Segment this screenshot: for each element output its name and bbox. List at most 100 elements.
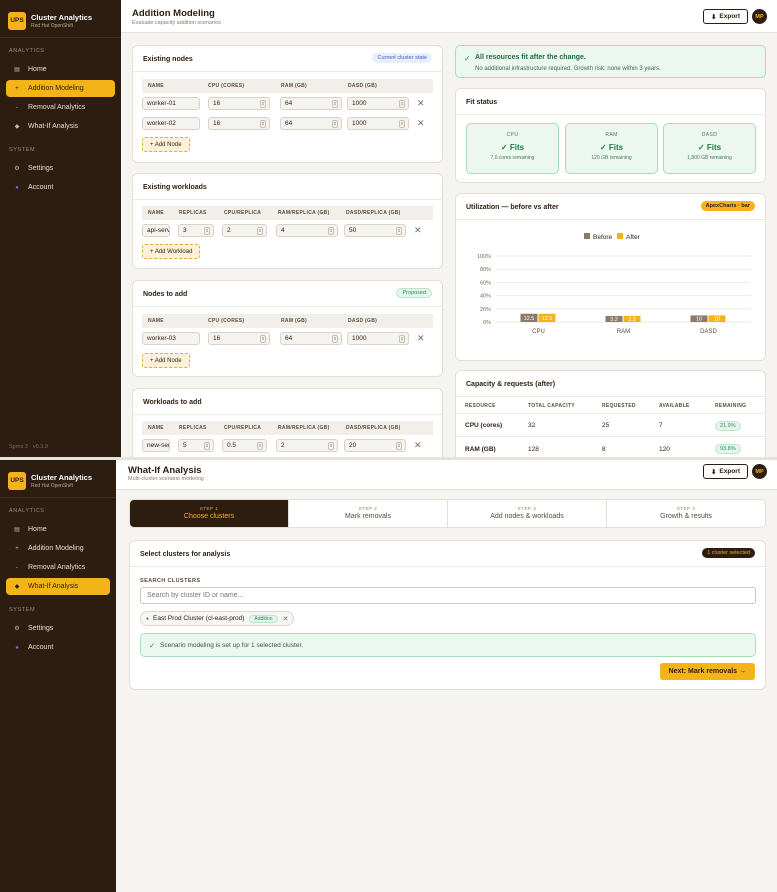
stepper-icon[interactable]: ⇕ bbox=[328, 441, 334, 450]
name-input[interactable]: api-serv bbox=[142, 223, 170, 237]
table-row: api-serv 3 ⇕ 2 ⇕ 4 ⇕ 50 ⇕ ✕ bbox=[142, 220, 433, 240]
alert-title: All resources fit after the change. bbox=[475, 54, 586, 61]
card-title: Utilization — before vs after bbox=[466, 204, 559, 211]
stepper-icon[interactable]: ⇕ bbox=[332, 99, 338, 108]
dasd-input[interactable]: 1000 ⇕ bbox=[347, 96, 409, 110]
step-mark-removals[interactable]: STEP 2 Mark removals bbox=[289, 500, 448, 527]
cpu-input[interactable]: 16 ⇕ bbox=[208, 96, 270, 110]
data-label: 3.2 bbox=[610, 317, 618, 323]
remove-row-icon[interactable]: ✕ bbox=[417, 333, 425, 344]
step-label: Growth & results bbox=[660, 513, 712, 520]
name-input[interactable]: worker-01 bbox=[142, 96, 200, 110]
remove-row-icon[interactable]: ✕ bbox=[414, 225, 422, 236]
stepper-icon[interactable]: ⇕ bbox=[257, 226, 263, 235]
cpu-input[interactable]: 16 ⇕ bbox=[208, 331, 270, 345]
stepper-icon[interactable]: ⇕ bbox=[399, 99, 405, 108]
remove-chip-icon[interactable]: ✕ bbox=[283, 615, 289, 623]
stepper-icon[interactable]: ⇕ bbox=[204, 226, 210, 235]
search-input[interactable] bbox=[140, 587, 756, 604]
sidebar-item-account[interactable]: ● Account bbox=[6, 639, 110, 656]
card-divider bbox=[456, 114, 765, 115]
column-header: DASD (GB) bbox=[348, 83, 378, 89]
sidebar-item-removal[interactable]: - Removal Analytics bbox=[6, 559, 110, 576]
ram-replica-input[interactable]: 2 ⇕ bbox=[276, 438, 338, 452]
sidebar-item-addition[interactable]: + Addition Modeling bbox=[6, 540, 110, 557]
avatar[interactable]: MP bbox=[752, 9, 767, 24]
add-workload-button[interactable]: + Add Workload bbox=[142, 244, 201, 259]
column-header: CPU (CORES) bbox=[208, 83, 245, 89]
topbar: Addition Modeling Evaluate capacity addi… bbox=[121, 0, 777, 33]
sidebar-item-label: Removal Analytics bbox=[28, 564, 86, 571]
fit-value: ✓ Fits bbox=[599, 143, 624, 152]
sidebar-item-whatif[interactable]: ◆ What-If Analysis bbox=[6, 578, 110, 595]
sidebar-item-label: Settings bbox=[28, 165, 54, 172]
stepper-icon[interactable]: ⇕ bbox=[260, 119, 266, 128]
cpu-fit-tile: CPU ✓ Fits 7.0 cores remaining bbox=[466, 123, 559, 174]
ram-input[interactable]: 64 ⇕ bbox=[280, 96, 342, 110]
addition-modeling-screen: UPS Cluster Analytics Red Hat OpenShift … bbox=[0, 0, 777, 458]
alert-text: No additional infrastructure required. G… bbox=[475, 66, 661, 72]
replicas-input[interactable]: 5 ⇕ bbox=[178, 438, 214, 452]
stepper-icon[interactable]: ⇕ bbox=[332, 334, 338, 343]
remove-row-icon[interactable]: ✕ bbox=[417, 118, 425, 129]
add-node-button[interactable]: + Add Node bbox=[142, 353, 190, 368]
export-button[interactable]: ⬇ Export bbox=[702, 9, 748, 24]
cpu-replica-value: 2 bbox=[227, 226, 231, 234]
nav-section-analytics: ANALYTICS bbox=[9, 48, 45, 54]
stepper-icon[interactable]: ⇕ bbox=[399, 334, 405, 343]
sidebar-item-home[interactable]: ▤ Home bbox=[6, 61, 115, 78]
stepper-icon[interactable]: ⇕ bbox=[396, 226, 402, 235]
stepper-icon[interactable]: ⇕ bbox=[260, 334, 266, 343]
stepper-icon[interactable]: ⇕ bbox=[396, 441, 402, 450]
sidebar-item-account[interactable]: ● Account bbox=[6, 179, 115, 196]
card-divider bbox=[133, 414, 442, 415]
step-choose-clusters[interactable]: STEP 1 Choose clusters bbox=[130, 500, 289, 527]
step-growth-results[interactable]: STEP 4 Growth & results bbox=[607, 500, 765, 527]
ram-input[interactable]: 64 ⇕ bbox=[280, 116, 342, 130]
brand-title: Cluster Analytics bbox=[31, 472, 92, 482]
name-input[interactable]: worker-03 bbox=[142, 331, 200, 345]
fit-status-card: Fit status CPU ✓ Fits 7.0 cores remainin… bbox=[455, 88, 766, 183]
ram-input[interactable]: 64 ⇕ bbox=[280, 331, 342, 345]
table-row: RAM (GB) 128 8 120 93.8% bbox=[456, 438, 765, 458]
available-cell: 120 bbox=[659, 445, 670, 453]
dasd-value: 1000 bbox=[352, 334, 367, 342]
stepper-icon[interactable]: ⇕ bbox=[332, 119, 338, 128]
export-button[interactable]: ⬇ Export bbox=[702, 464, 748, 479]
sidebar-item-label: Account bbox=[28, 644, 54, 651]
sidebar-item-settings[interactable]: ⚙ Settings bbox=[6, 160, 115, 177]
remove-row-icon[interactable]: ✕ bbox=[417, 98, 425, 109]
ram-replica-input[interactable]: 4 ⇕ bbox=[276, 223, 338, 237]
dasd-input[interactable]: 1000 ⇕ bbox=[347, 116, 409, 130]
stepper-icon[interactable]: ⇕ bbox=[260, 99, 266, 108]
stepper-icon[interactable]: ⇕ bbox=[328, 226, 334, 235]
stepper-icon[interactable]: ⇕ bbox=[257, 441, 263, 450]
sidebar-item-removal[interactable]: - Removal Analytics bbox=[6, 99, 115, 116]
dasd-replica-input[interactable]: 50 ⇕ bbox=[344, 223, 406, 237]
cpu-replica-input[interactable]: 2 ⇕ bbox=[222, 223, 267, 237]
cpu-input[interactable]: 16 ⇕ bbox=[208, 116, 270, 130]
next-mark-removals-button[interactable]: Next: Mark removals → bbox=[659, 663, 755, 680]
stepper-icon[interactable]: ⇕ bbox=[204, 441, 210, 450]
user-icon: ● bbox=[15, 184, 19, 191]
sidebar-item-home[interactable]: ▤ Home bbox=[6, 521, 110, 538]
requested-cell: 25 bbox=[602, 422, 610, 429]
dasd-replica-input[interactable]: 20 ⇕ bbox=[344, 438, 406, 452]
remove-row-icon[interactable]: ✕ bbox=[414, 440, 422, 451]
step-label: Choose clusters bbox=[183, 513, 235, 520]
name-input[interactable]: worker-02 bbox=[142, 116, 200, 130]
dasd-input[interactable]: 1000 ⇕ bbox=[347, 331, 409, 345]
avatar[interactable]: MP bbox=[752, 464, 767, 479]
step-add-nodes[interactable]: STEP 3 Add nodes & workloads bbox=[448, 500, 607, 527]
stepper-icon[interactable]: ⇕ bbox=[399, 119, 405, 128]
table-header: NAME CPU (CORES) RAM (GB) DASD (GB) bbox=[142, 79, 433, 93]
cpu-replica-input[interactable]: 0.5 ⇕ bbox=[222, 438, 267, 452]
sidebar-item-addition[interactable]: + Addition Modeling bbox=[6, 80, 115, 97]
nodes-table: NAME CPU (CORES) RAM (GB) DASD (GB) work… bbox=[142, 79, 433, 133]
sidebar-item-whatif[interactable]: ◆ What-If Analysis bbox=[6, 118, 115, 135]
sidebar-item-settings[interactable]: ⚙ Settings bbox=[6, 620, 110, 637]
card-divider bbox=[133, 71, 442, 72]
add-node-button[interactable]: + Add Node bbox=[142, 137, 190, 152]
name-input[interactable]: new-serv bbox=[142, 438, 170, 452]
replicas-input[interactable]: 3 ⇕ bbox=[178, 223, 214, 237]
